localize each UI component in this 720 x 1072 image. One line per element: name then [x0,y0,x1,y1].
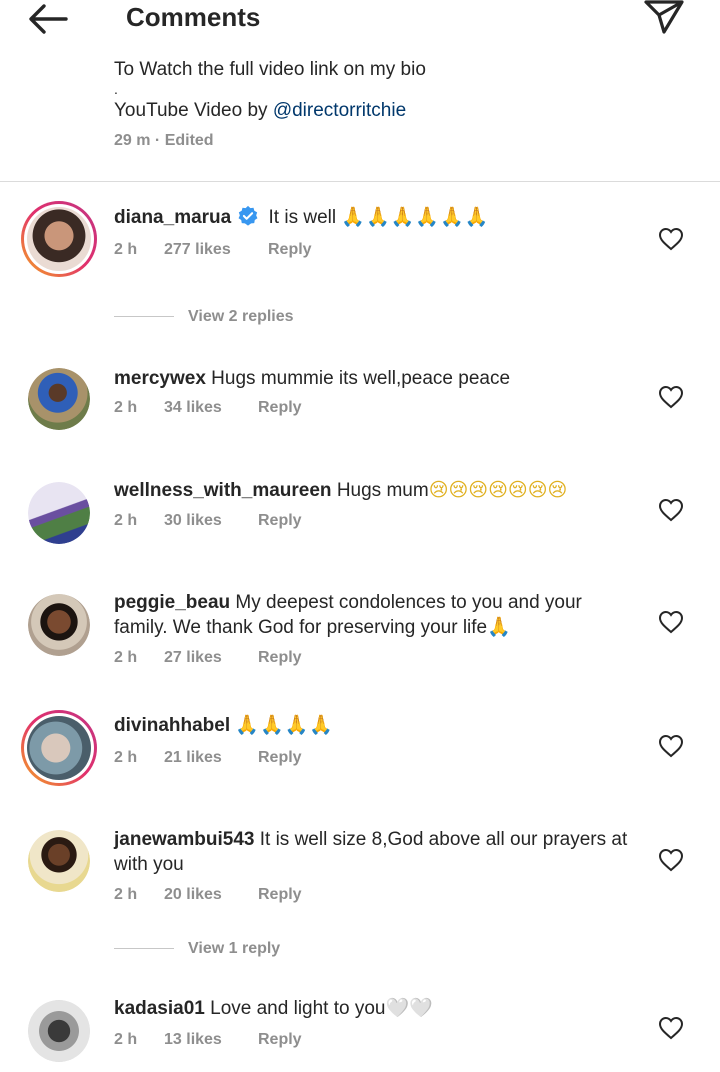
comment-meta: 2 h 277 likes Reply [114,241,312,259]
comment-time: 2 h [114,749,138,766]
caption-text: YouTube Video by [114,100,273,121]
comment-body: Hugs mummie its well,peace peace [205,368,511,389]
avatar[interactable] [28,482,90,544]
comment-meta: 2 h 27 likes Reply [114,649,302,667]
mention-link[interactable]: @directorritchie [273,100,406,121]
avatar[interactable] [28,1000,90,1062]
emoji: 🤍🤍 [385,997,433,1019]
avatar[interactable] [28,830,90,892]
comment-text: mercywex Hugs mummie its well,peace peac… [114,366,634,391]
comment-body: It is well [263,207,342,228]
comment-text: wellness_with_maureen Hugs mum😢😢😢😢😢😢😢 [114,478,634,503]
comment-meta: 2 h 13 likes Reply [114,1031,302,1049]
comment-text: janewambui543 It is well size 8,God abov… [114,827,634,877]
emoji: 🙏🙏🙏🙏 [235,714,335,736]
comment-text: divinahhabel 🙏🙏🙏🙏 [114,713,634,738]
comment-username[interactable]: wellness_with_maureen [114,480,332,501]
avatar[interactable] [28,368,90,430]
comment-body: Love and light to you [204,998,386,1019]
comment-likes[interactable]: 30 likes [164,512,258,530]
reply-button[interactable]: Reply [258,749,302,767]
arrow-left-icon [29,4,68,34]
comment-text: diana_marua It is well 🙏🙏🙏🙏🙏🙏 [114,205,634,230]
comment-likes[interactable]: 27 likes [164,649,258,667]
heart-icon[interactable] [658,848,684,872]
comment-likes[interactable]: 21 likes [164,749,258,767]
heart-icon[interactable] [658,1016,684,1040]
replies-line [114,948,174,950]
heart-icon[interactable] [658,227,684,251]
header-bar: Comments [0,0,720,40]
comment-text: peggie_beau My deepest condolences to yo… [114,590,634,640]
comment-username[interactable]: kadasia01 [114,998,205,1019]
comment-meta: 2 h 30 likes Reply [114,512,302,530]
verified-badge-icon [238,205,258,226]
comment-meta: 2 h 20 likes Reply [114,886,302,904]
comment-time: 2 h [114,1031,138,1048]
divider [0,181,720,182]
view-replies-label: View 1 reply [188,940,281,957]
comment-username[interactable]: janewambui543 [114,829,254,850]
comment-username[interactable]: peggie_beau [114,592,230,613]
view-replies-button[interactable]: View 2 replies [114,308,294,326]
avatar[interactable] [21,710,97,786]
reply-button[interactable]: Reply [258,399,302,417]
replies-line [114,316,174,318]
emoji: 😢😢😢😢😢😢😢 [428,479,568,501]
comment-time: 2 h [114,512,138,529]
heart-icon[interactable] [658,610,684,634]
reply-button[interactable]: Reply [258,886,302,904]
page-title: Comments [126,2,261,32]
comment-username[interactable]: divinahhabel [114,715,230,736]
comment-meta: 2 h 34 likes Reply [114,399,302,417]
reply-button[interactable]: Reply [258,649,302,667]
share-button[interactable] [642,0,686,36]
emoji: 🙏🙏🙏🙏🙏🙏 [341,206,490,228]
heart-icon[interactable] [658,498,684,522]
comment-likes[interactable]: 277 likes [164,241,268,259]
avatar[interactable] [28,594,90,656]
comment-likes[interactable]: 13 likes [164,1031,258,1049]
comment-time: 2 h [114,399,138,416]
comment-meta: 2 h 21 likes Reply [114,749,302,767]
caption-meta: 29 m · Edited [114,132,214,149]
comment-username[interactable]: mercywex [114,368,206,389]
comment-time: 2 h [114,241,138,258]
comment-likes[interactable]: 34 likes [164,399,258,417]
comment-likes[interactable]: 20 likes [164,886,258,904]
caption-line: YouTube Video by @directorritchie [114,98,694,124]
reply-button[interactable]: Reply [268,241,312,259]
comment-username[interactable]: diana_marua [114,207,231,228]
comment-time: 2 h [114,649,138,666]
post-caption: To Watch the full video link on my bio .… [114,60,694,150]
comment-time: 2 h [114,886,138,903]
reply-button[interactable]: Reply [258,512,302,530]
caption-line: To Watch the full video link on my bio [114,60,426,80]
reply-button[interactable]: Reply [258,1031,302,1049]
paper-plane-icon [644,0,684,34]
emoji: 🙏 [487,616,512,638]
heart-icon[interactable] [658,385,684,409]
back-button[interactable] [26,2,72,36]
comment-body: Hugs mum [331,480,429,501]
avatar[interactable] [21,201,97,277]
heart-icon[interactable] [658,734,684,758]
caption-dot: . [114,81,118,97]
view-replies-label: View 2 replies [188,308,294,325]
view-replies-button[interactable]: View 1 reply [114,940,280,958]
comment-text: kadasia01 Love and light to you🤍🤍 [114,996,634,1021]
